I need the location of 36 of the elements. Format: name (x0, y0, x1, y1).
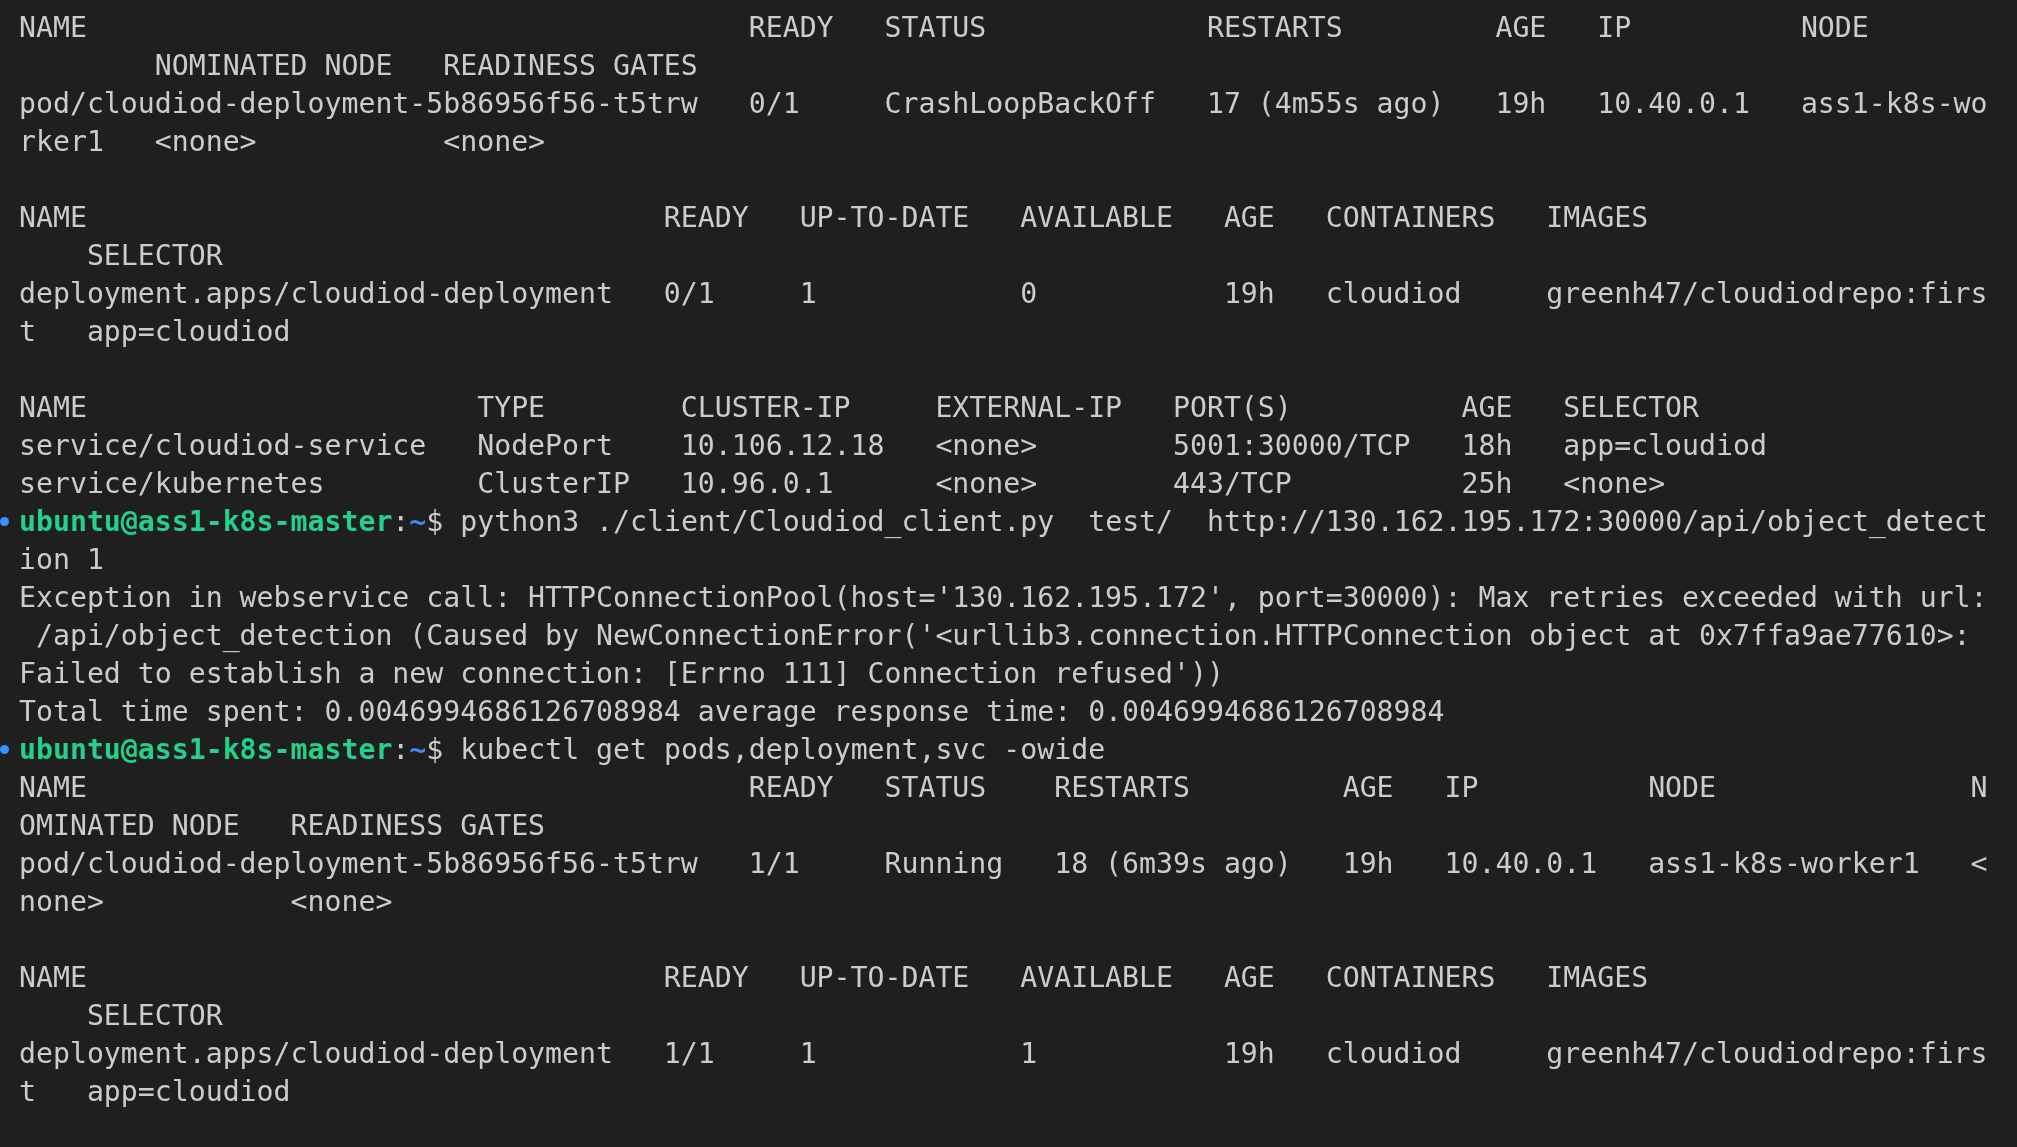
terminal-line: ion 1 (19, 542, 104, 576)
terminal-line: deployment.apps/cloudiod-deployment 1/1 1 1 19h cloudiod greenh47/cloudiodrepo:firs (19, 1036, 1988, 1070)
prompt-path: ~ (409, 504, 427, 538)
command-marker-icon[interactable] (0, 744, 9, 754)
terminal-line: NAME READY STATUS RESTARTS AGE IP NODE N (19, 770, 1988, 804)
terminal-line: pod/cloudiod-deployment-5b86956f56-t5trw 0/1 CrashLoopBackOff 17 (4m55s ago) 19h 10.40.0.1 ass1-k8s-wo (19, 86, 1988, 120)
terminal-line: SELECTOR (85, 238, 223, 272)
prompt-symbol: $ (426, 732, 444, 766)
terminal-line: pod/cloudiod-deployment-5b86956f56-t5trw 1/1 Running 18 (6m39s ago) 19h 10.40.0.1 ass1-k8s-worker1 < (19, 846, 1988, 880)
terminal-line: NOMINATED NODE READINESS GATES (153, 48, 698, 82)
terminal-line: SELECTOR (85, 998, 223, 1032)
terminal-line: service/kubernetes ClusterIP 10.96.0.1 <none> 443/TCP 25h <none> (19, 466, 1666, 500)
terminal-line: none> <none> (19, 884, 393, 918)
terminal-line: deployment.apps/cloudiod-deployment 0/1 1 0 19h cloudiod greenh47/cloudiodrepo:firs (19, 276, 1988, 310)
prompt-separator: : (392, 732, 410, 766)
prompt-separator: : (392, 504, 410, 538)
terminal-line: OMINATED NODE READINESS GATES (19, 808, 546, 842)
prompt-user: ubuntu@ass1-k8s-master (19, 732, 393, 766)
command-text: kubectl get pods,deployment,svc -owide (460, 732, 1106, 766)
terminal-line: Failed to establish a new connection: [Errno 111] Connection refused')) (19, 656, 1224, 690)
prompt-user: ubuntu@ass1-k8s-master (19, 504, 393, 538)
prompt-symbol: $ (426, 504, 444, 538)
terminal-line: NAME READY UP-TO-DATE AVAILABLE AGE CONTAINERS IMAGES (19, 200, 1649, 234)
terminal-line: Total time spent: 0.0046994686126708984 average response time: 0.0046994686126708984 (19, 694, 1445, 728)
terminal-line: NAME TYPE CLUSTER-IP EXTERNAL-IP PORT(S) AGE SELECTOR (19, 390, 1700, 424)
terminal-line: NAME READY STATUS RESTARTS AGE IP NODE (19, 10, 1869, 44)
terminal-line: Exception in webservice call: HTTPConnectionPool(host='130.162.195.172', port=30000): Max retries exceeded with url: (19, 580, 1988, 614)
terminal-line: /api/object_detection (Caused by NewConnectionError('<urllib3.connection.HTTPConnection object at 0x7ffa9ae77610>: (34, 618, 1971, 652)
terminal-line: service/cloudiod-service NodePort 10.106.12.18 <none> 5001:30000/TCP 18h app=cloudiod (19, 428, 1767, 462)
terminal-line: t app=cloudiod (19, 1074, 291, 1108)
command-text: python3 ./client/Cloudiod_client.py test/ http://130.162.195.172:30000/api/object_detect (460, 504, 1988, 538)
terminal-line: NAME READY UP-TO-DATE AVAILABLE AGE CONTAINERS IMAGES (19, 960, 1649, 994)
terminal-line: rker1 <none> <none> (19, 124, 546, 158)
terminal-line: t app=cloudiod (19, 314, 291, 348)
prompt-path: ~ (409, 732, 427, 766)
command-marker-icon[interactable] (0, 516, 9, 526)
